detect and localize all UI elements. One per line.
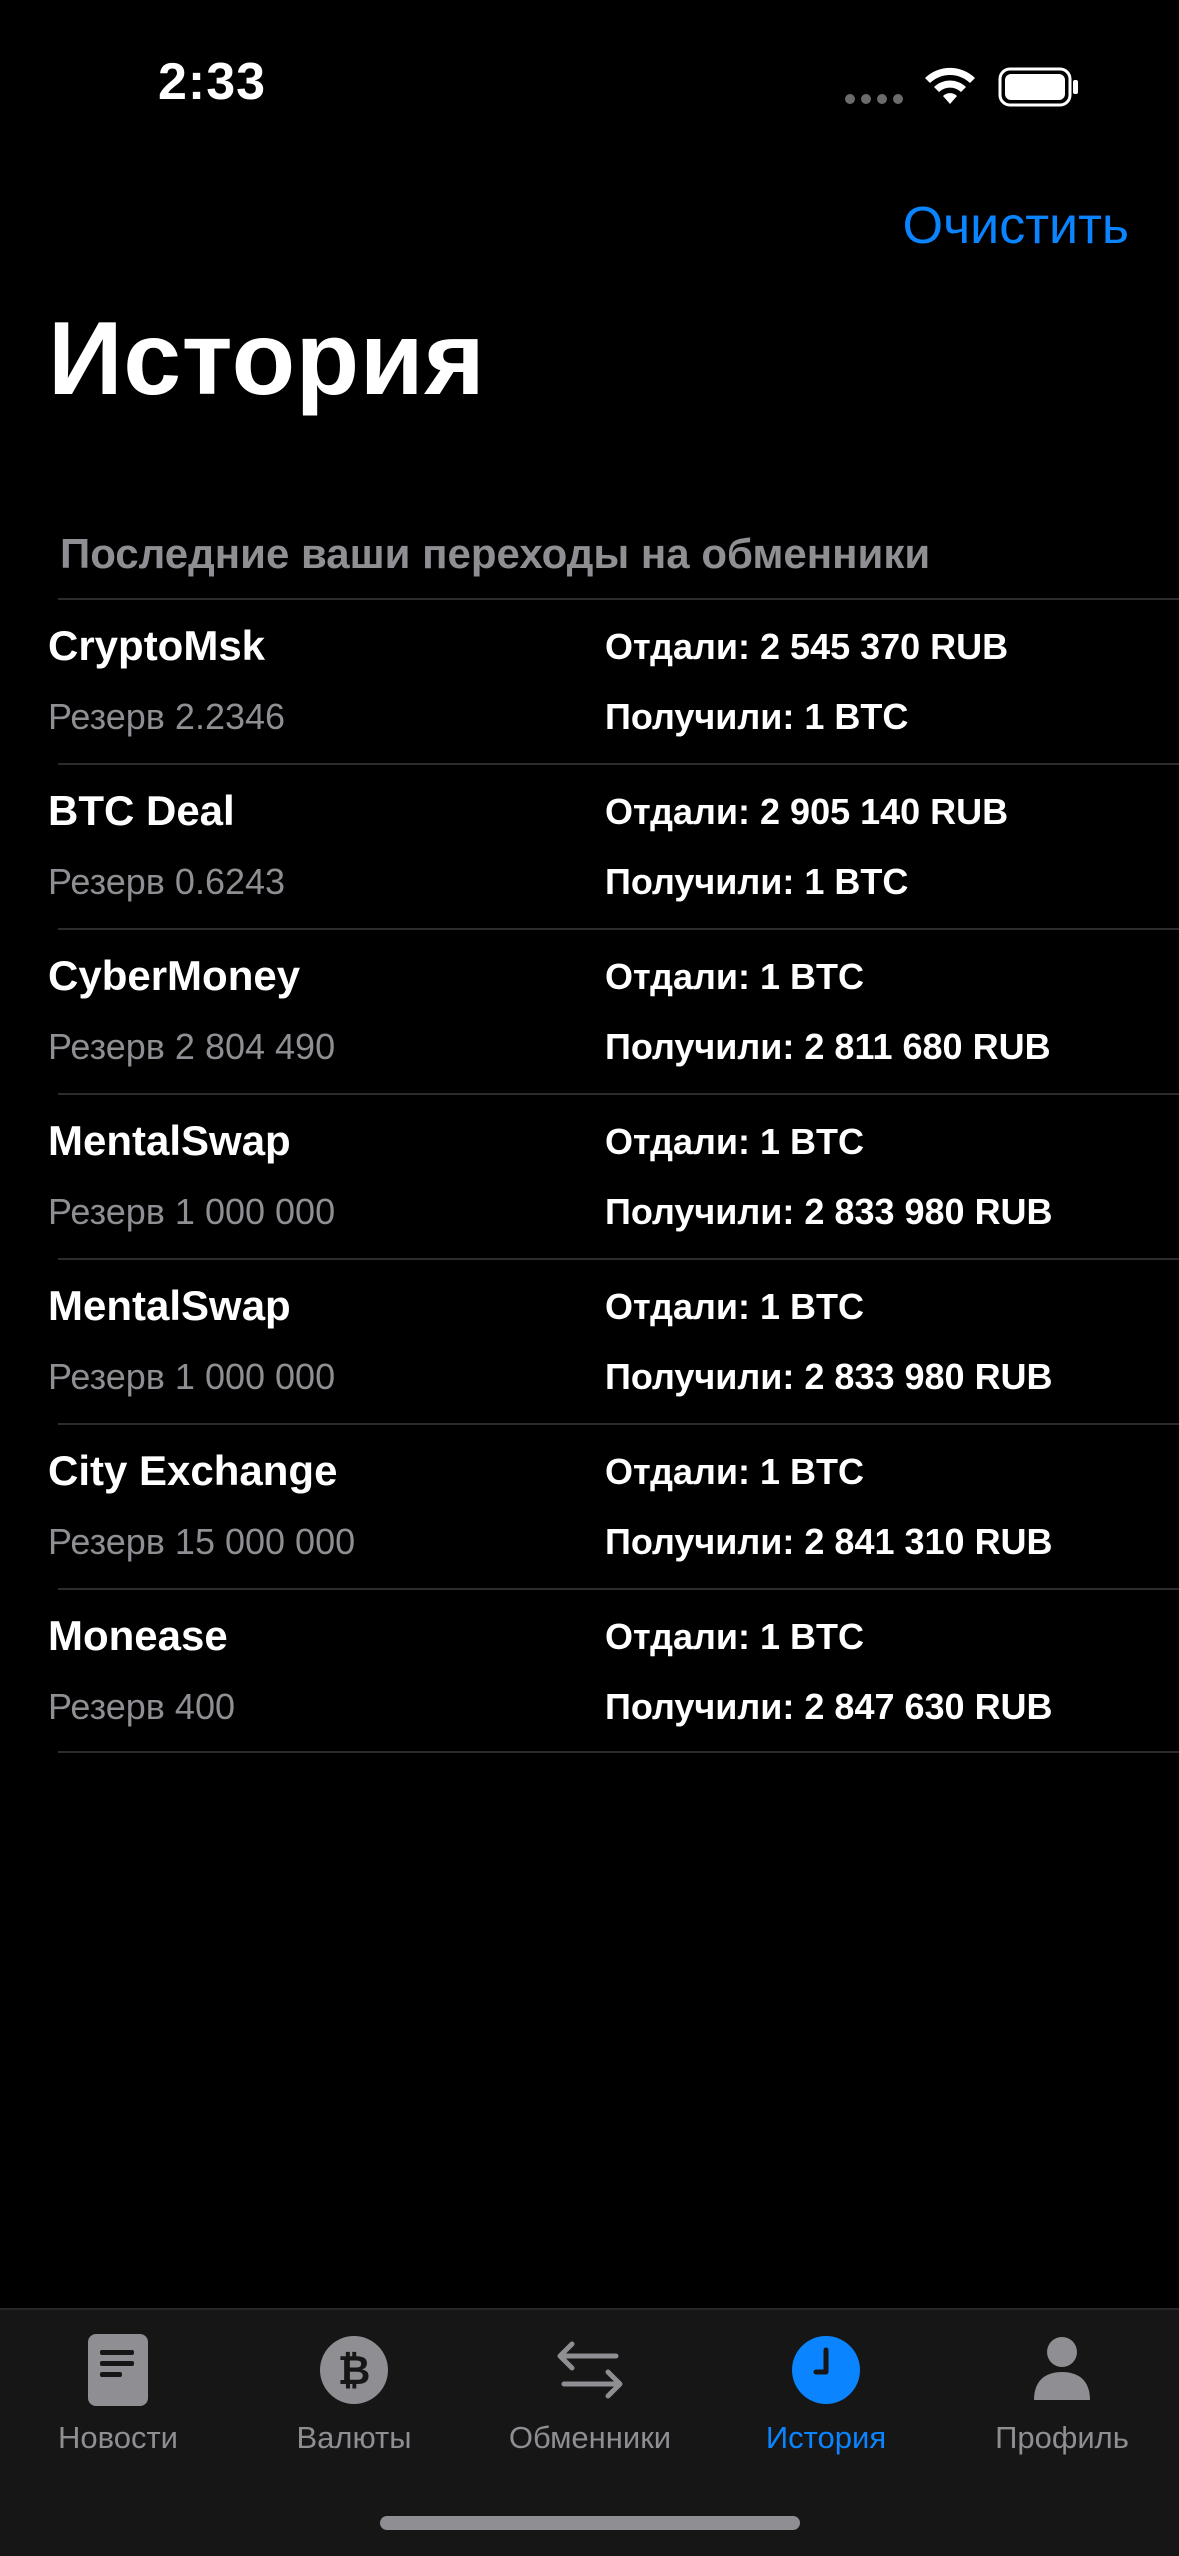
history-row[interactable]: CryptoMsk Резерв 2.2346 Отдали: 2 545 37…	[0, 598, 1179, 763]
tab-history[interactable]: История	[708, 2310, 944, 2460]
page-title: История	[48, 301, 486, 417]
tab-currencies[interactable]: ₿ Валюты	[236, 2310, 472, 2460]
tab-label: Обменники	[508, 2420, 672, 2455]
gave-amount: Отдали: 2 545 370 RUB	[605, 626, 1009, 667]
bitcoin-icon: ₿	[320, 2336, 388, 2404]
history-row[interactable]: MentalSwap Резерв 1 000 000 Отдали: 1 BT…	[0, 1258, 1179, 1423]
tab-news[interactable]: Новости	[0, 2310, 236, 2460]
exchanger-name: CyberMoney	[48, 952, 301, 999]
received-amount: Получили: 2 847 630 RUB	[605, 1686, 1053, 1727]
gave-amount: Отдали: 1 BTC	[605, 956, 865, 997]
gave-amount: Отдали: 1 BTC	[605, 1286, 865, 1327]
history-row[interactable]: Monease Резерв 400 Отдали: 1 BTC Получил…	[0, 1588, 1179, 1753]
status-bar: 2:33	[0, 0, 1179, 160]
exchange-arrows-icon	[557, 2341, 623, 2399]
row-divider	[58, 1423, 1179, 1425]
clock-icon	[792, 2336, 860, 2404]
exchanger-reserve: Резерв 1 000 000	[48, 1191, 336, 1232]
row-divider	[58, 1588, 1179, 1590]
cellular-signal-icon	[845, 94, 905, 106]
exchanger-reserve: Резерв 2.2346	[48, 696, 286, 737]
received-amount: Получили: 1 BTC	[605, 861, 909, 902]
row-divider	[58, 1258, 1179, 1260]
tab-label: Валюты	[296, 2420, 412, 2455]
exchanger-reserve: Резерв 0.6243	[48, 861, 286, 902]
gave-amount: Отдали: 2 905 140 RUB	[605, 791, 1009, 832]
history-list: CryptoMsk Резерв 2.2346 Отдали: 2 545 37…	[0, 598, 1179, 1753]
row-divider	[58, 763, 1179, 765]
tab-label: Профиль	[995, 2420, 1129, 2455]
row-divider	[58, 1093, 1179, 1095]
news-icon	[88, 2334, 148, 2406]
battery-icon	[998, 67, 1078, 107]
history-row[interactable]: MentalSwap Резерв 1 000 000 Отдали: 1 BT…	[0, 1093, 1179, 1258]
gave-amount: Отдали: 1 BTC	[605, 1616, 865, 1657]
exchanger-name: BTC Deal	[48, 787, 235, 834]
received-amount: Получили: 2 811 680 RUB	[605, 1026, 1051, 1067]
exchanger-reserve: Резерв 2 804 490	[48, 1026, 336, 1067]
history-row[interactable]: BTC Deal Резерв 0.6243 Отдали: 2 905 140…	[0, 763, 1179, 928]
received-amount: Получили: 2 833 980 RUB	[605, 1191, 1053, 1232]
status-time: 2:33	[158, 53, 267, 111]
svg-text:₿: ₿	[338, 2348, 371, 2394]
received-amount: Получили: 2 841 310 RUB	[605, 1521, 1053, 1562]
gave-amount: Отдали: 1 BTC	[605, 1451, 865, 1492]
exchanger-name: MentalSwap	[48, 1282, 291, 1329]
history-row[interactable]: City Exchange Резерв 15 000 000 Отдали: …	[0, 1423, 1179, 1588]
exchanger-reserve: Резерв 15 000 000	[48, 1521, 356, 1562]
gave-amount: Отдали: 1 BTC	[605, 1121, 865, 1162]
exchanger-name: City Exchange	[48, 1447, 338, 1494]
tab-profile[interactable]: Профиль	[944, 2310, 1179, 2460]
history-row[interactable]: CyberMoney Резерв 2 804 490 Отдали: 1 BT…	[0, 928, 1179, 1093]
row-divider	[58, 1751, 1179, 1753]
screen: 2:33 Очистить История Последние ваши пер…	[0, 0, 1179, 2556]
section-header: Последние ваши переходы на обменники	[60, 530, 931, 577]
exchanger-reserve: Резерв 1 000 000	[48, 1356, 336, 1397]
exchanger-reserve: Резерв 400	[48, 1686, 235, 1727]
tab-label: Новости	[57, 2420, 178, 2455]
clear-history-button[interactable]: Очистить	[903, 196, 1129, 256]
tab-exchangers[interactable]: Обменники	[472, 2310, 708, 2460]
wifi-icon	[925, 67, 975, 104]
received-amount: Получили: 2 833 980 RUB	[605, 1356, 1053, 1397]
exchanger-name: Monease	[48, 1612, 228, 1659]
home-indicator[interactable]	[380, 2516, 800, 2530]
tab-label: История	[765, 2420, 887, 2455]
row-divider	[58, 598, 1179, 600]
exchanger-name: CryptoMsk	[48, 622, 266, 669]
received-amount: Получили: 1 BTC	[605, 696, 909, 737]
row-divider	[58, 928, 1179, 930]
profile-icon	[1034, 2337, 1090, 2400]
exchanger-name: MentalSwap	[48, 1117, 291, 1164]
